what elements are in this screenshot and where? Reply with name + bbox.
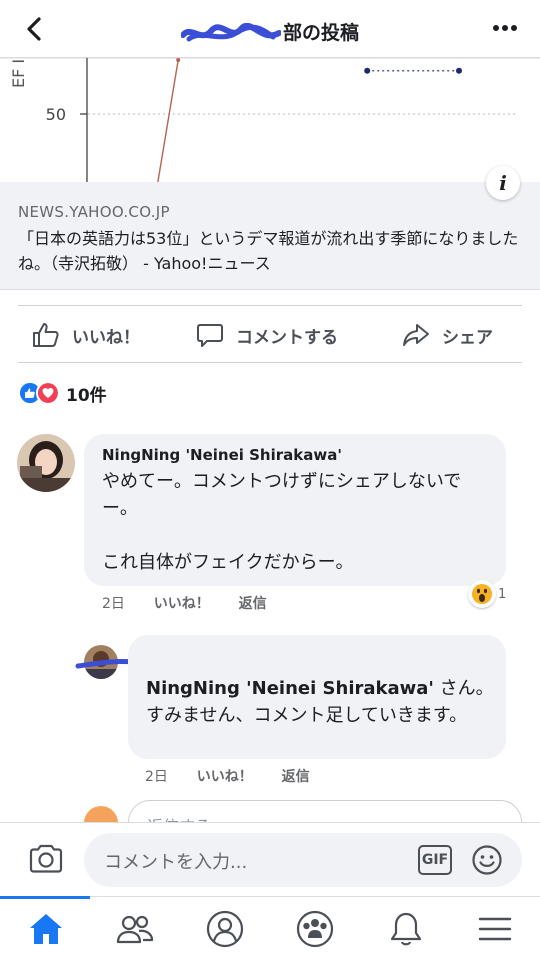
comment-input-field[interactable]: コメントを入力... GIF xyxy=(84,833,522,887)
reactions-summary[interactable]: 10件 xyxy=(18,381,107,406)
menu-icon xyxy=(478,917,512,941)
groups-icon xyxy=(296,910,334,948)
share-button[interactable]: シェア xyxy=(402,320,493,350)
chart-point-1-0 xyxy=(364,67,371,74)
nav-groups[interactable] xyxy=(295,909,335,949)
link-title[interactable]: 「日本の英語力は53位」というデマ報道が流れ出す季節になりましたね。（寺沢拓敬）… xyxy=(18,226,523,276)
comment-bubble[interactable]: NingNing 'Neinei Shirakawa' やめてー。コメントつけず… xyxy=(84,434,506,586)
thumbs-up-icon xyxy=(33,323,59,347)
avatar-image xyxy=(17,434,75,492)
gif-icon[interactable]: GIF xyxy=(418,845,452,875)
comment-time[interactable]: 2日 xyxy=(102,596,125,612)
chart-series-group xyxy=(157,58,462,182)
chart-point-0-1 xyxy=(176,58,181,62)
shared-chart-image[interactable]: EF I 50 xyxy=(0,58,540,182)
comment-button-label: コメントする xyxy=(236,327,338,348)
camera-icon[interactable] xyxy=(28,843,64,875)
reply-input-row[interactable]: 返信する... xyxy=(0,800,540,822)
reply-time[interactable]: 2日 xyxy=(145,769,168,785)
top-bar: 部の投稿 xyxy=(0,0,540,58)
wow-reaction-icon xyxy=(468,580,496,608)
info-icon[interactable]: i xyxy=(486,166,520,200)
comment-like-link[interactable]: いいね！ xyxy=(154,596,210,612)
nav-friends[interactable] xyxy=(115,909,155,949)
comment-author[interactable]: NingNing 'Neinei Shirakawa' xyxy=(102,446,342,464)
commenter-avatar[interactable] xyxy=(17,434,75,492)
comment-reaction-count: 1 xyxy=(498,586,507,602)
comment-text: やめてー。コメントつけずにシェアしないでー。 これ自体がフェイクだからー。 xyxy=(102,471,462,573)
chart-tick-label-50: 50 xyxy=(46,105,66,124)
share-button-label: シェア xyxy=(442,327,493,348)
chart-point-1-1 xyxy=(456,67,462,74)
notifications-icon xyxy=(390,912,422,946)
home-icon xyxy=(30,914,62,944)
redaction-scribble xyxy=(180,22,281,41)
profile-icon xyxy=(206,910,244,948)
nav-home[interactable] xyxy=(26,909,66,949)
reply-meta: 2日 いいね！ 返信 xyxy=(145,766,334,786)
emoji-icon[interactable] xyxy=(471,844,503,876)
page-title-text: 部の投稿 xyxy=(282,22,359,44)
reply-reply-link[interactable]: 返信 xyxy=(282,769,310,785)
comment-bubble-icon xyxy=(197,324,223,347)
current-user-avatar xyxy=(84,806,118,822)
more-options-icon[interactable] xyxy=(492,18,518,38)
reply-input-placeholder: 返信する... xyxy=(147,813,226,822)
chart-svg: EF I 50 xyxy=(0,58,540,182)
post-action-bar: いいね！ コメントする シェア xyxy=(18,305,522,363)
like-button[interactable]: いいね！ xyxy=(32,320,140,350)
nav-profile[interactable] xyxy=(205,909,245,949)
share-arrow-icon xyxy=(403,324,429,346)
bottom-navigation xyxy=(0,896,540,960)
reply-text: NingNing 'Neinei Shirakawa' さん。すみません、コメン… xyxy=(146,675,496,729)
nav-notifications[interactable] xyxy=(386,909,426,949)
reply-like-link[interactable]: いいね！ xyxy=(197,769,253,785)
reply-bubble[interactable]: NingNing 'Neinei Shirakawa' さん。すみません、コメン… xyxy=(128,635,506,759)
like-button-label: いいね！ xyxy=(72,327,140,348)
love-reaction-icon xyxy=(36,381,60,405)
reply-mention[interactable]: NingNing 'Neinei Shirakawa' xyxy=(146,678,434,699)
nav-menu[interactable] xyxy=(475,909,515,949)
comment-meta: 2日 いいね！ 返信 xyxy=(102,593,291,613)
chart-y-axis-label: EF I xyxy=(9,59,28,88)
page-title: 部の投稿 xyxy=(0,18,540,45)
comment-reaction[interactable]: 1 xyxy=(468,580,506,608)
chart-series-line-0 xyxy=(157,59,179,182)
friends-icon xyxy=(116,915,154,944)
reaction-count: 10件 xyxy=(66,385,107,406)
comment-reply-link[interactable]: 返信 xyxy=(239,596,267,612)
comment-input-bar: コメントを入力... GIF xyxy=(0,822,540,896)
comment-input-placeholder: コメントを入力... xyxy=(104,852,248,873)
link-domain: NEWS.YAHOO.CO.JP xyxy=(18,203,170,221)
comment-button[interactable]: コメントする xyxy=(196,320,338,350)
reply-input-field[interactable]: 返信する... xyxy=(128,800,522,822)
active-tab-indicator xyxy=(0,896,90,899)
